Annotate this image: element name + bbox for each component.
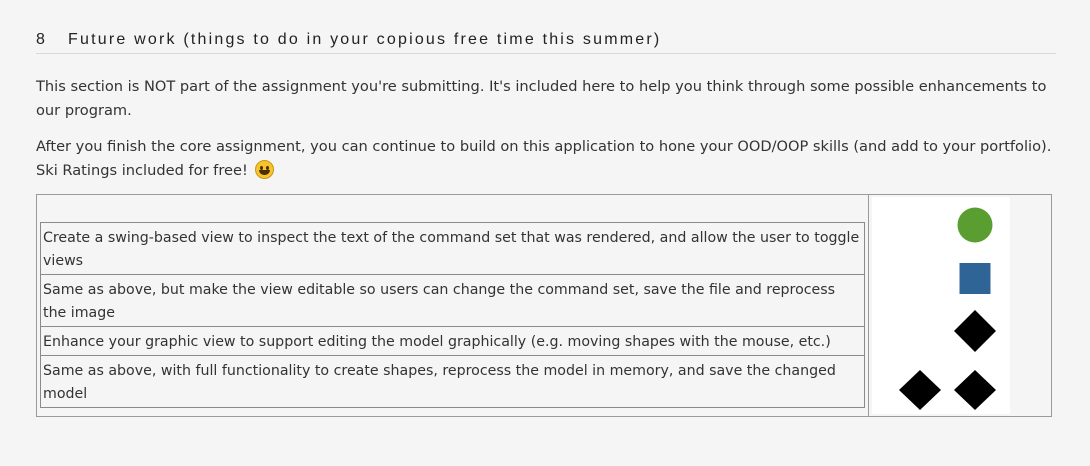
ski-ratings-svg (899, 207, 996, 410)
task-cell-2: Same as above, but make the view editabl… (40, 274, 865, 327)
double-black-diamond-icon (899, 370, 996, 410)
green-circle-icon (957, 207, 993, 243)
grinning-face-emoji-icon (255, 160, 275, 179)
double-diamond-left-icon (899, 370, 941, 410)
task-cell-1: Create a swing-based view to inspect the… (40, 222, 865, 275)
table-column-divider (868, 194, 869, 417)
blue-square-icon (959, 263, 991, 294)
task-cell-4: Same as above, with full functionality t… (40, 355, 865, 408)
portfolio-paragraph: After you finish the core assignment, yo… (36, 135, 1056, 183)
portfolio-paragraph-text: After you finish the core assignment, yo… (36, 138, 1052, 179)
section-number: 8 (36, 31, 48, 48)
black-diamond-icon (954, 310, 996, 352)
tasks-table: Create a swing-based view to inspect the… (40, 222, 865, 408)
task-cell-3: Enhance your graphic view to support edi… (40, 326, 865, 356)
table-row: Create a swing-based view to inspect the… (40, 222, 865, 275)
ski-ratings-image (872, 197, 1010, 414)
table-row: Same as above, with full functionality t… (40, 355, 865, 408)
section-heading: 8 Future work (things to do in your copio… (36, 30, 1056, 54)
intro-paragraph: This section is NOT part of the assignme… (36, 78, 1047, 119)
double-diamond-right-icon (954, 370, 996, 410)
table-row: Same as above, but make the view editabl… (40, 274, 865, 327)
table-row: Enhance your graphic view to support edi… (40, 326, 865, 356)
section-title: Future work (things to do in your copiou… (68, 31, 662, 48)
